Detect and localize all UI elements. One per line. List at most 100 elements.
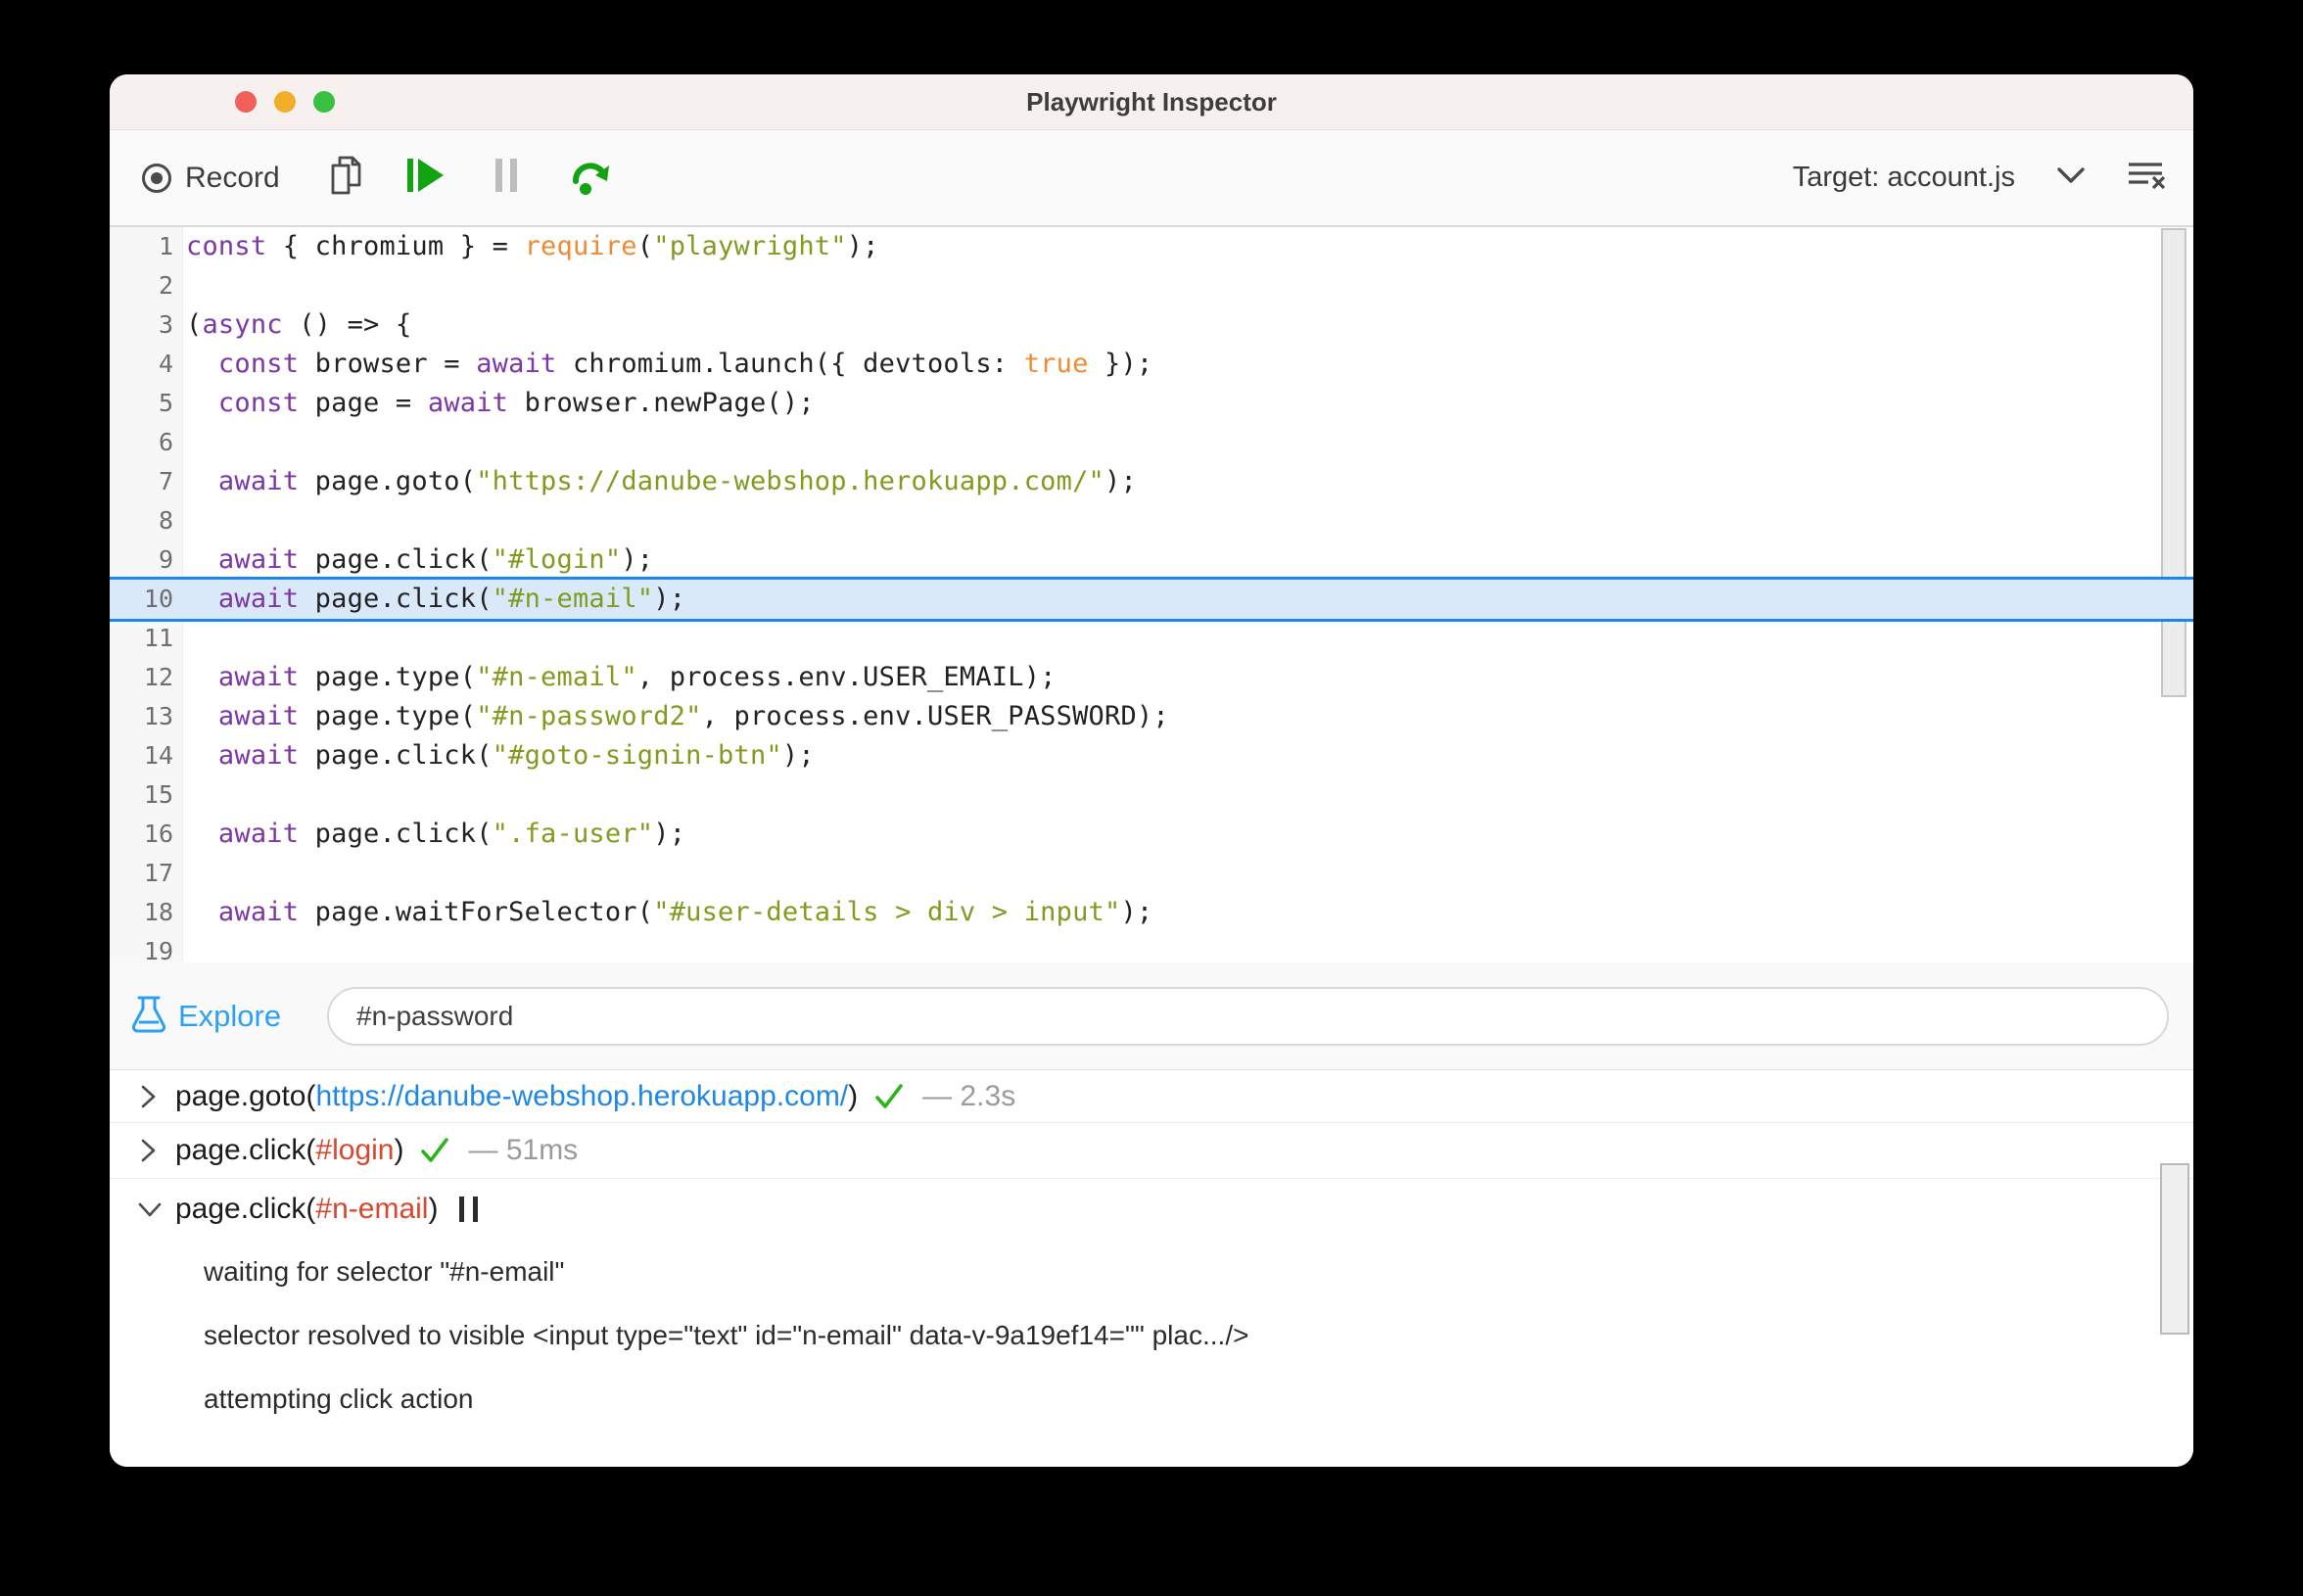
duration-label: — 51ms bbox=[468, 1134, 579, 1166]
code-token: ( bbox=[636, 231, 654, 261]
action-log: page.goto(https://danube-webshop.herokua… bbox=[110, 1070, 2193, 1467]
flask-icon bbox=[131, 994, 166, 1040]
chevron-right-icon[interactable] bbox=[137, 1084, 163, 1109]
code-line[interactable]: 13 await page.type("#n-password2", proce… bbox=[110, 697, 2193, 736]
code-line[interactable]: 10 await page.click("#n-email"); bbox=[110, 580, 2193, 619]
line-number: 5 bbox=[158, 389, 173, 417]
clear-log-button[interactable] bbox=[2127, 161, 2166, 195]
code-token: ); bbox=[653, 584, 686, 614]
line-number: 14 bbox=[143, 741, 173, 770]
log-entry[interactable]: page.click(#login) — 51ms bbox=[110, 1123, 2193, 1179]
code-line[interactable]: 11 bbox=[110, 619, 2193, 658]
code-line[interactable]: 7 await page.goto("https://danube-websho… bbox=[110, 462, 2193, 501]
code-token: () => { bbox=[282, 309, 412, 340]
code-text: const page = await browser.newPage(); bbox=[186, 384, 815, 423]
code-token: await bbox=[217, 819, 300, 849]
log-detail-line: selector resolved to visible <input type… bbox=[204, 1320, 1249, 1350]
target-select-button[interactable] bbox=[2056, 166, 2086, 189]
code-line[interactable]: 2 bbox=[110, 266, 2193, 305]
code-token: ); bbox=[621, 544, 654, 575]
code-line[interactable]: 4 const browser = await chromium.launch(… bbox=[110, 345, 2193, 384]
target-group: Target: account.js bbox=[1793, 161, 2193, 195]
record-button[interactable]: Record bbox=[142, 162, 280, 195]
line-number: 19 bbox=[143, 937, 173, 962]
code-line[interactable]: 18 await page.waitForSelector("#user-det… bbox=[110, 893, 2193, 932]
code-text: await page.click(".fa-user"); bbox=[186, 815, 685, 854]
code-token: }); bbox=[1088, 349, 1153, 379]
line-number: 4 bbox=[158, 350, 173, 378]
code-editor[interactable]: 1 const { chromium } = require("playwrigh… bbox=[110, 227, 2193, 962]
line-number: 1 bbox=[158, 232, 173, 260]
code-line[interactable]: 5 const page = await browser.newPage(); bbox=[110, 384, 2193, 423]
code-line[interactable]: 17 bbox=[110, 854, 2193, 893]
clear-log-icon bbox=[2127, 161, 2166, 195]
code-token: await bbox=[217, 701, 300, 731]
code-token: ); bbox=[653, 819, 686, 849]
code-line[interactable]: 19 bbox=[110, 932, 2193, 962]
code-token: page.click( bbox=[299, 740, 493, 771]
code-line[interactable]: 9 await page.click("#login"); bbox=[110, 540, 2193, 580]
chevron-down-icon[interactable] bbox=[137, 1198, 163, 1220]
title-bar: Playwright Inspector bbox=[110, 74, 2193, 130]
code-token: true bbox=[1023, 349, 1089, 379]
log-scrollbar-thumb[interactable] bbox=[2160, 1163, 2189, 1335]
code-token: ); bbox=[1104, 466, 1137, 496]
code-text: (async () => { bbox=[186, 305, 411, 345]
log-url[interactable]: https://danube-webshop.herokuapp.com/ bbox=[315, 1080, 848, 1112]
line-number: 3 bbox=[158, 310, 173, 339]
code-token: , process.env.USER_EMAIL); bbox=[636, 662, 1057, 692]
code-token: "#n-email" bbox=[476, 662, 637, 692]
code-line[interactable]: 1 const { chromium } = require("playwrigh… bbox=[110, 227, 2193, 266]
pause-button[interactable] bbox=[494, 158, 519, 198]
code-token: "#goto-signin-btn" bbox=[492, 740, 782, 771]
pause-icon bbox=[494, 158, 519, 198]
resume-icon bbox=[405, 157, 446, 199]
copy-script-button[interactable] bbox=[327, 154, 366, 202]
code-line[interactable]: 12 await page.type("#n-email", process.e… bbox=[110, 658, 2193, 697]
code-token: page.type( bbox=[299, 662, 477, 692]
code-text: await page.goto("https://danube-webshop.… bbox=[186, 462, 1137, 501]
code-token: browser = bbox=[299, 349, 477, 379]
log-entry[interactable]: page.goto(https://danube-webshop.herokua… bbox=[110, 1070, 2193, 1123]
code-token: chromium.launch({ devtools: bbox=[556, 349, 1024, 379]
code-line[interactable]: 14 await page.click("#goto-signin-btn"); bbox=[110, 736, 2193, 775]
code-line[interactable]: 3 (async () => { bbox=[110, 305, 2193, 345]
selector-input[interactable] bbox=[327, 987, 2169, 1046]
code-token: const bbox=[186, 231, 267, 261]
log-call-text: page.click(#n-email) bbox=[175, 1193, 439, 1225]
code-token: await bbox=[476, 349, 557, 379]
code-line[interactable]: 15 bbox=[110, 775, 2193, 815]
line-number: 12 bbox=[143, 663, 173, 691]
log-call-text: page.goto(https://danube-webshop.herokua… bbox=[175, 1079, 859, 1112]
log-selector: #n-email bbox=[315, 1193, 429, 1225]
resume-button[interactable] bbox=[405, 157, 446, 199]
line-number: 10 bbox=[143, 585, 173, 613]
explore-button[interactable]: Explore bbox=[131, 962, 281, 1070]
code-token: , process.env.USER_PASSWORD); bbox=[701, 701, 1169, 731]
code-token: "#login" bbox=[492, 544, 622, 575]
duration-label: — 2.3s bbox=[922, 1079, 1016, 1112]
chevron-right-icon[interactable] bbox=[137, 1138, 163, 1163]
code-token: browser.newPage(); bbox=[508, 388, 815, 418]
line-number: 13 bbox=[143, 702, 173, 730]
code-line[interactable]: 8 bbox=[110, 501, 2193, 540]
log-entry[interactable]: page.click(#n-email) bbox=[110, 1179, 2193, 1240]
chevron-down-icon bbox=[2056, 166, 2086, 189]
code-line[interactable]: 6 bbox=[110, 423, 2193, 462]
code-token: const bbox=[217, 388, 300, 418]
explore-label: Explore bbox=[178, 999, 282, 1033]
code-token: "#n-email" bbox=[492, 584, 654, 614]
code-text: await page.click("#goto-signin-btn"); bbox=[186, 736, 815, 775]
playwright-inspector-window: Playwright Inspector Record Target: acco… bbox=[110, 74, 2193, 1467]
editor-scrollbar-thumb[interactable] bbox=[2161, 228, 2186, 697]
line-number: 2 bbox=[158, 271, 173, 300]
line-number: 8 bbox=[158, 506, 173, 535]
code-line[interactable]: 16 await page.click(".fa-user"); bbox=[110, 815, 2193, 854]
paused-icon bbox=[459, 1197, 479, 1222]
step-over-button[interactable] bbox=[570, 156, 613, 200]
code-token: await bbox=[217, 662, 300, 692]
